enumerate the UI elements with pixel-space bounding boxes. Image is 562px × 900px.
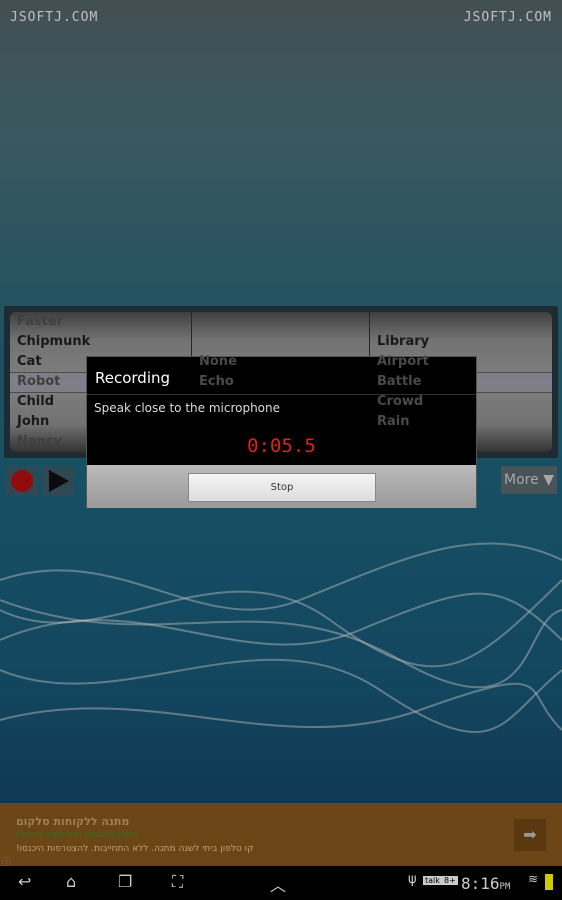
- ad-title[interactable]: מתנה ללקוחות סלקום: [16, 815, 129, 828]
- google-plus-icon: 8+: [442, 876, 458, 885]
- wifi-icon: ≋: [528, 872, 539, 886]
- chevron-up-icon[interactable]: ︿: [270, 872, 286, 896]
- picker-item[interactable]: Battle: [370, 372, 552, 392]
- usb-icon: ψ: [408, 872, 417, 887]
- stop-button[interactable]: Stop: [188, 473, 376, 502]
- picker-item[interactable]: Airport: [370, 352, 552, 372]
- picker-item[interactable]: Crowd: [370, 392, 552, 412]
- battery-icon: [545, 874, 553, 890]
- home-icon[interactable]: ⌂: [66, 872, 76, 891]
- status-clock: 8:16PM: [461, 874, 511, 893]
- screenshot-icon[interactable]: ⛶: [172, 872, 183, 892]
- back-icon[interactable]: ↩: [18, 872, 31, 891]
- recording-timer: 0:05.5: [247, 435, 316, 457]
- picker-item[interactable]: Echo: [192, 372, 369, 392]
- picker-item[interactable]: Rain: [370, 412, 552, 432]
- picker-item[interactable]: None: [192, 352, 369, 372]
- ad-arrow-button[interactable]: ➡: [514, 819, 546, 851]
- recent-apps-icon[interactable]: ❐: [118, 872, 132, 891]
- ad-banner[interactable]: מתנה ללקוחות סלקום Phone.cellcom-mobile.…: [0, 803, 562, 868]
- dialog-footer: Stop: [87, 465, 476, 508]
- dialog-message: Speak close to the microphone: [94, 401, 281, 415]
- system-bar: ↩ ⌂ ❐ ⛶ ︿ ψ talk 8+ 8:16PM ≋: [0, 866, 562, 900]
- ad-url[interactable]: Phone.cellcom-mobile.com: [16, 830, 137, 840]
- ad-text: קו טלפון ביתי לשנה מתנה. ללא התחייבות. ל…: [16, 844, 254, 854]
- dialog-title: Recording: [95, 369, 171, 387]
- talk-icon: talk: [423, 876, 442, 885]
